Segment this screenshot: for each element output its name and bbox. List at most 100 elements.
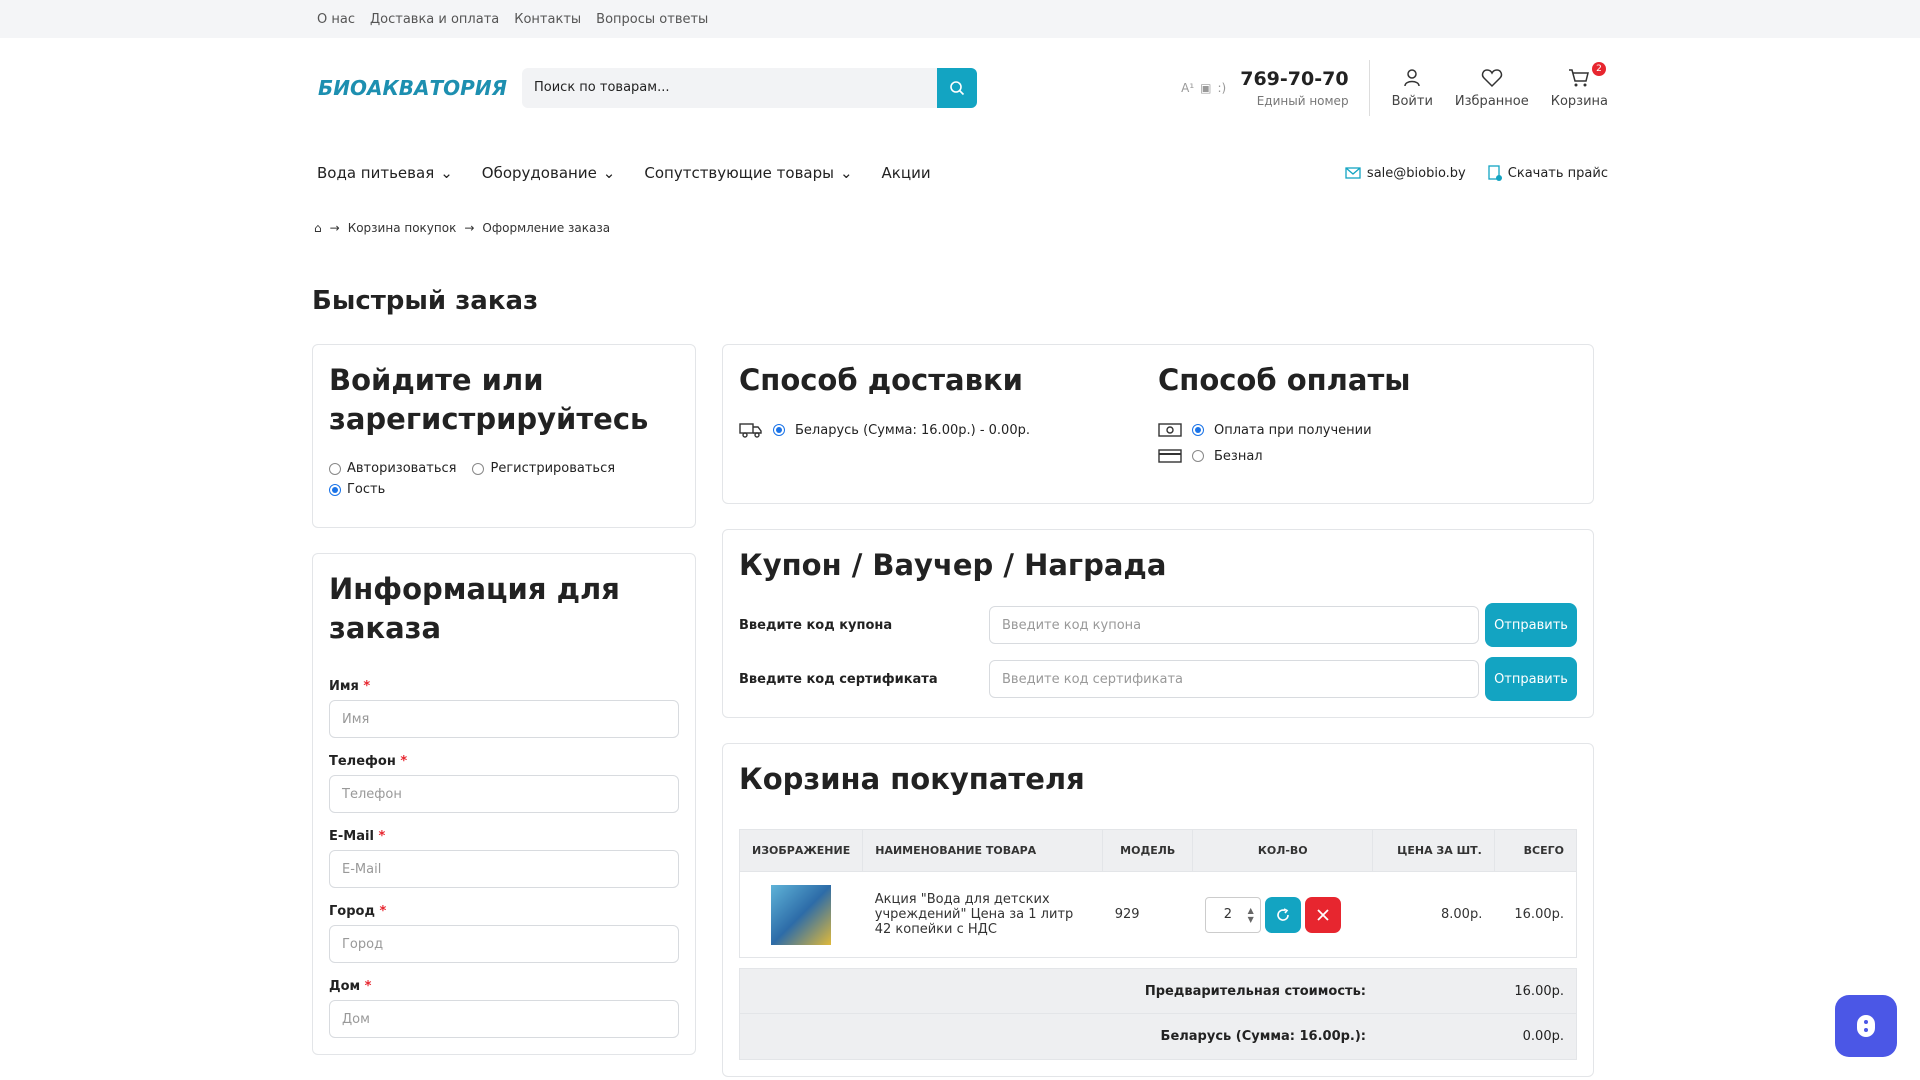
auth-card: Войдите или зарегистрируйтесь Авторизова…	[312, 344, 696, 529]
field-city: Город * Город	[329, 904, 679, 963]
phone-input[interactable]: Телефон	[329, 774, 679, 813]
breadcrumb-checkout: Оформление заказа	[482, 221, 611, 235]
main-nav: Вода питьевая ⌄ Оборудование ⌄ Сопутствующ…	[312, 138, 1608, 208]
radio-label: Гость	[347, 482, 386, 498]
stepper-arrows-icon[interactable]: ▲ ▼	[1248, 906, 1254, 924]
top-link-about[interactable]: О нас	[317, 12, 355, 27]
product-image[interactable]	[771, 884, 832, 945]
search-button[interactable]	[937, 68, 977, 108]
chevron-down-icon: ⌄	[839, 164, 853, 182]
payment-option-card[interactable]: Безнал	[1158, 448, 1577, 464]
cart-button[interactable]: 2 Корзина	[1551, 61, 1608, 109]
field-name: Имя * Имя	[329, 679, 679, 738]
totals-label: Предварительная стоимость:	[1144, 983, 1366, 999]
nav-item-equipment[interactable]: Оборудование ⌄	[477, 164, 616, 182]
certificate-input[interactable]: Введите код сертификата	[989, 660, 1479, 699]
house-input[interactable]: Дом	[329, 999, 679, 1038]
totals-row-subtotal: Предварительная стоимость: 16.00р.	[739, 968, 1577, 1015]
credit-card-icon	[1158, 449, 1182, 463]
top-link-faq[interactable]: Вопросы ответы	[596, 12, 708, 27]
field-house: Дом * Дом	[329, 979, 679, 1038]
a1-icon: A¹	[1181, 81, 1195, 95]
radio-label: Авторизоваться	[347, 461, 457, 477]
truck-icon	[739, 423, 762, 438]
page-title: Быстрый заказ	[312, 286, 539, 316]
top-link-contacts[interactable]: Контакты	[514, 12, 581, 27]
login-button[interactable]: Войти	[1392, 68, 1433, 109]
delivery-option-label: Беларусь (Сумма: 16.00р.) - 0.00р.	[795, 422, 1030, 438]
order-info-card: Информация для заказа Имя * Имя Телефон …	[312, 553, 696, 1055]
top-link-delivery[interactable]: Доставка и оплата	[370, 12, 499, 27]
radio-login[interactable]: Авторизоваться	[329, 461, 456, 476]
totals-value: 16.00р.	[1514, 983, 1564, 999]
email-link[interactable]: sale@biobio.by	[1345, 165, 1466, 181]
radio-circle	[1192, 424, 1204, 437]
totals-table: Предварительная стоимость: 16.00р. Белар…	[739, 968, 1577, 1061]
favorites-label: Избранное	[1454, 93, 1529, 109]
nav-label: Акции	[881, 164, 931, 182]
field-phone: Телефон * Телефон	[329, 754, 679, 813]
col-model: Модель	[1102, 829, 1194, 873]
arrow-right-icon: →	[464, 221, 475, 235]
totals-row-delivery: Беларусь (Сумма: 16.00р.): 0.00р.	[739, 1014, 1577, 1061]
product-name[interactable]: Акция "Вода для детских учреждений" Цена…	[862, 871, 1103, 959]
payment-title: Способ оплаты	[1158, 363, 1411, 397]
logo[interactable]: БИОАКВАТОРИЯ	[312, 70, 507, 106]
coupon-card: Купон / Ваучер / Награда Введите код куп…	[722, 529, 1594, 719]
col-total: Всего	[1493, 829, 1578, 873]
col-image: Изображение	[738, 829, 864, 873]
certificate-send-button[interactable]: Отправить	[1485, 657, 1577, 702]
certificate-label: Введите код сертификата	[739, 671, 938, 687]
city-input[interactable]: Город	[329, 924, 679, 963]
chat-widget-button[interactable]	[1835, 995, 1897, 1057]
col-qty: Кол-во	[1192, 829, 1374, 873]
phone-block[interactable]: A¹ ▣ :) 769-70-70 Единый номер	[1181, 60, 1370, 116]
totals-value: 0.00р.	[1522, 1029, 1564, 1045]
logo-text: БИОАКВАТОРИЯ	[318, 76, 507, 100]
remove-button[interactable]	[1304, 896, 1341, 933]
name-input[interactable]: Имя	[329, 699, 679, 738]
refresh-button[interactable]	[1264, 896, 1301, 933]
cash-icon	[1158, 423, 1182, 437]
nav-label: Сопутствующие товары	[644, 164, 834, 182]
field-label: E-Mail *	[329, 828, 386, 844]
refresh-icon	[1277, 908, 1289, 921]
nav-item-promo[interactable]: Акции	[877, 164, 931, 182]
favorites-button[interactable]: Избранное	[1455, 68, 1529, 109]
product-price: 8.00р.	[1372, 871, 1495, 959]
email-input[interactable]: E-Mail	[329, 849, 679, 888]
radio-circle	[329, 462, 341, 475]
product-total: 16.00р.	[1494, 871, 1578, 959]
breadcrumb: ⌂ → Корзина покупок → Оформление заказа	[312, 208, 1608, 248]
coupon-label: Введите код купона	[739, 617, 893, 633]
price-text: Скачать прайс	[1507, 165, 1608, 181]
arrow-right-icon: →	[329, 221, 340, 235]
field-label: Дом *	[329, 978, 372, 994]
nav-item-water[interactable]: Вода питьевая ⌄	[312, 164, 453, 182]
coupon-input[interactable]: Введите код купона	[989, 606, 1479, 645]
download-price-link[interactable]: Скачать прайс	[1488, 165, 1608, 181]
cart-count-badge: 2	[1592, 61, 1606, 76]
coupon-row: Введите код купона Введите код купона От…	[739, 603, 1577, 648]
radio-guest[interactable]: Гость	[329, 482, 385, 497]
phone-label: Единый номер	[1256, 94, 1349, 108]
coupon-send-button[interactable]: Отправить	[1485, 603, 1577, 648]
product-model: 929	[1102, 871, 1193, 959]
quantity-value: 2	[1223, 907, 1233, 923]
cart-title: Корзина покупателя	[739, 762, 1085, 797]
home-icon[interactable]: ⌂	[314, 221, 322, 235]
breadcrumb-cart[interactable]: Корзина покупок	[348, 221, 457, 235]
field-label: Телефон *	[329, 753, 408, 769]
totals-label: Беларусь (Сумма: 16.00р.):	[1160, 1029, 1366, 1045]
radio-label: Регистрироваться	[490, 461, 616, 477]
nav-item-related[interactable]: Сопутствующие товары ⌄	[639, 164, 852, 182]
payment-option-cash[interactable]: Оплата при получении	[1158, 422, 1577, 438]
search-input[interactable]: Поиск по товарам...	[522, 68, 937, 108]
search-bar: Поиск по товарам...	[522, 68, 977, 108]
search-icon	[950, 81, 965, 96]
delivery-option[interactable]: Беларусь (Сумма: 16.00р.) - 0.00р.	[739, 422, 1158, 438]
chevron-down-icon: ⌄	[440, 164, 453, 182]
mail-icon	[1345, 167, 1361, 179]
quantity-input[interactable]: 2 ▲ ▼	[1204, 896, 1261, 933]
radio-register[interactable]: Регистрироваться	[472, 461, 615, 476]
